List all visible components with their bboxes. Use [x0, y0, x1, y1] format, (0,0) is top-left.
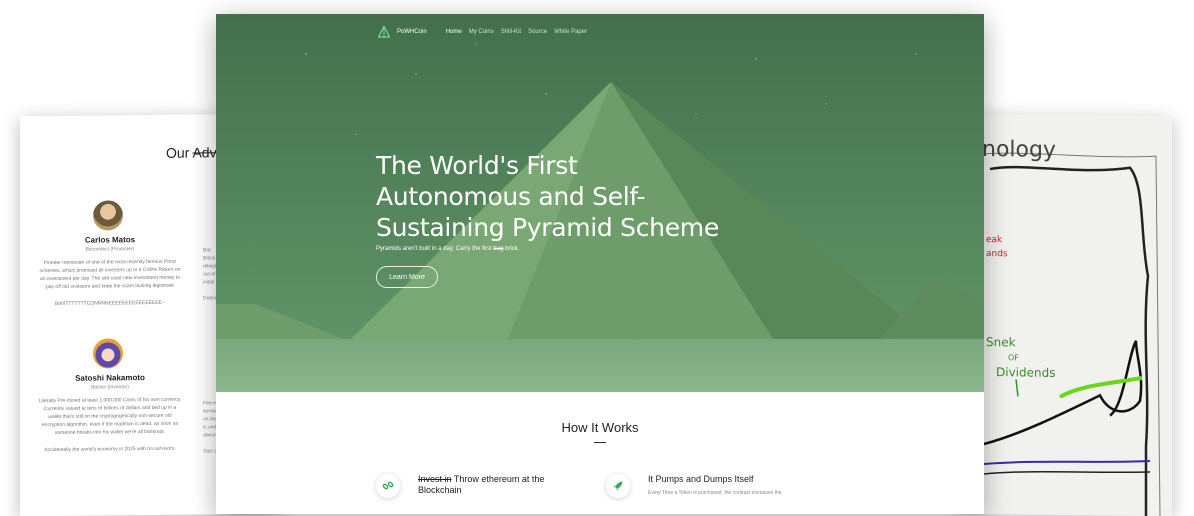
nav-item-source[interactable]: Source [528, 29, 547, 35]
hero-headline: The World's First Autonomous and Self-Su… [376, 151, 719, 242]
avatar-carlos-matos [93, 200, 123, 231]
nav-item-my-coins[interactable]: My Coins [469, 29, 494, 35]
svg-text:ands: ands [986, 249, 1008, 259]
advisor-name: Carlos Matos [84, 235, 136, 245]
advisor-role: Bitconnect (Promoter) [85, 246, 135, 253]
advisor-carlos-matos: Carlos Matos Bitconnect (Promoter) Pione… [20, 234, 200, 307]
nav-item-white-paper[interactable]: White Paper [554, 29, 587, 35]
feature-pumps-dumps: It Pumps and Dumps Itself [648, 474, 754, 484]
how-it-works-title: How It Works [561, 420, 639, 435]
advisor-tail: BIIIIITTTTTTTCONNNNEEEEEEEEEEEEEEEE~ [55, 299, 165, 307]
advisor-bio: Pioneer memester of one of the most rece… [39, 258, 181, 291]
drawing-heading: nology [982, 137, 1056, 163]
avatar-satoshi-nakamoto [93, 338, 123, 369]
advisor-name: Satoshi Nakamoto [75, 373, 145, 383]
technology-drawing-card: nology eak ands Snek OF Dividends [960, 113, 1172, 516]
main-page-card: PoWHCoin Home My Coins Shill-Kit Source … [216, 14, 984, 514]
hero-subline: Pyramids aren't built in a day. Carry th… [376, 246, 520, 252]
rocket-icon [606, 474, 630, 498]
hero-section: PoWHCoin Home My Coins Shill-Kit Source … [216, 14, 984, 392]
learn-more-button[interactable]: Learn More [376, 266, 438, 288]
feature-pumps-dumps-desc: Every Time a Token is purchased, the con… [648, 490, 782, 496]
pyramid-logo-icon[interactable] [378, 26, 390, 38]
nav-item-home[interactable]: Home [446, 29, 462, 35]
advisor-satoshi-nakamoto: Satoshi Nakamoto Bitcoin (Inventor) Lite… [20, 372, 200, 453]
advisor-role: Bitcoin (Inventor) [91, 384, 129, 391]
link-icon [376, 474, 400, 498]
top-navigation: PoWHCoin Home My Coins Shill-Kit Source … [378, 26, 587, 38]
drawing-label-snek: Snek [986, 335, 1016, 349]
nav-item-shill-kit[interactable]: Shill-Kit [501, 29, 521, 35]
svg-text:OF: OF [1008, 353, 1019, 362]
advisor-bio: Literally Pre-mined at least 1,000,000 C… [38, 396, 182, 436]
advisor-tail: Accidentally the world's economy in 2025… [44, 445, 176, 454]
hand-drawn-sketch: nology eak ands Snek OF Dividends [960, 113, 1172, 516]
brand-name[interactable]: PoWHCoin [397, 29, 427, 35]
svg-text:Dividends: Dividends [996, 365, 1055, 380]
feature-throw-ethereum: Invest in Throw ethereum at the Blockcha… [418, 474, 545, 495]
section-divider [594, 442, 606, 443]
drawing-label-red: eak [986, 235, 1003, 245]
advisors-title: Our Advi [166, 144, 220, 161]
